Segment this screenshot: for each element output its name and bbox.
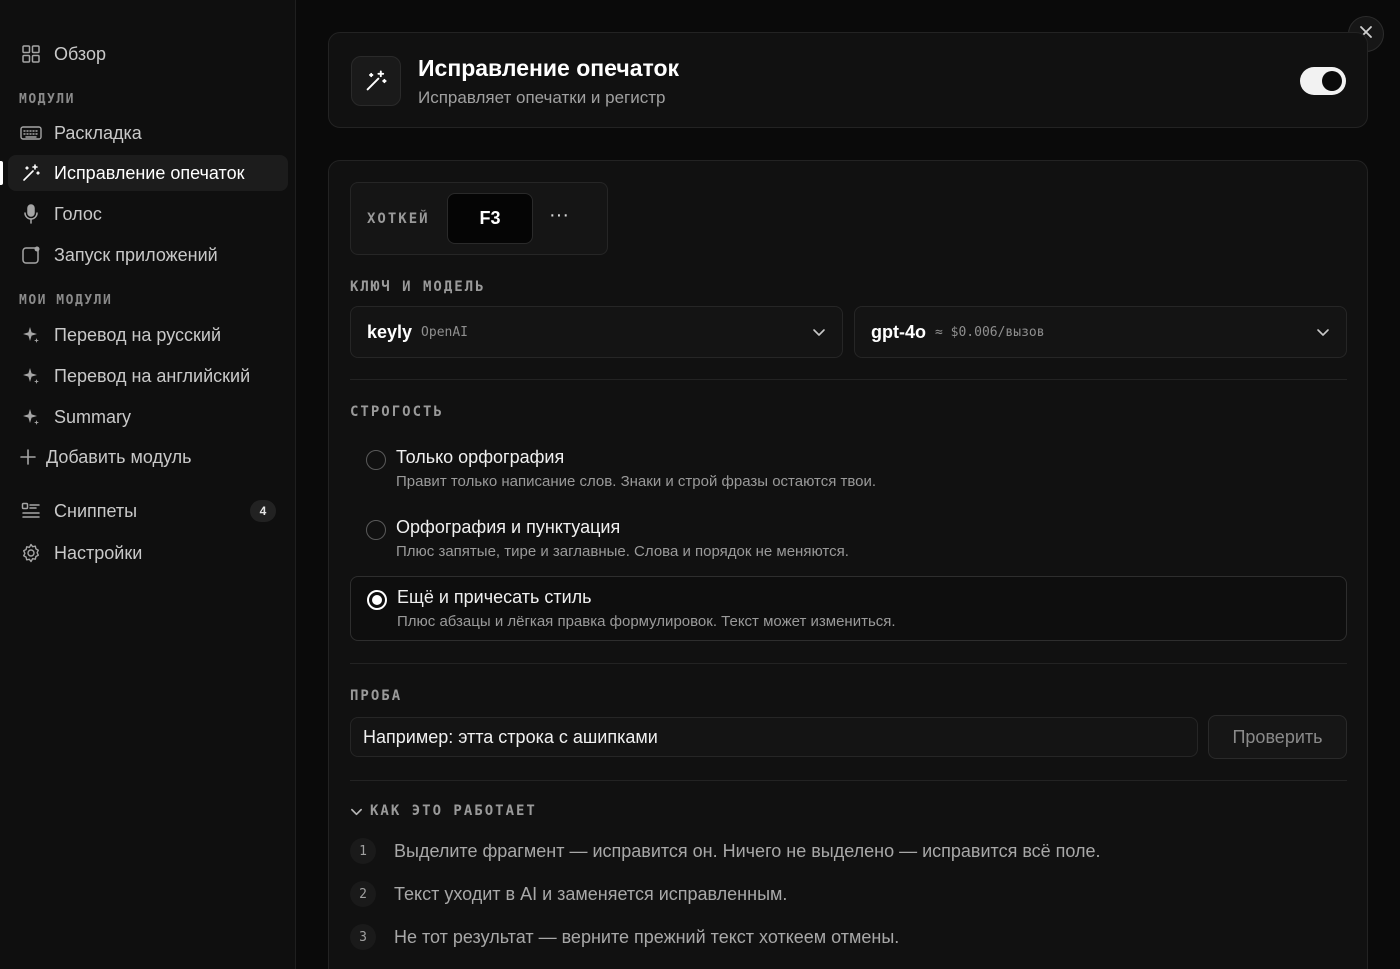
- check-button[interactable]: Проверить: [1208, 715, 1347, 759]
- radio-button[interactable]: [366, 520, 386, 540]
- option-description: Плюс абзацы и лёгкая правка формулировок…: [397, 613, 896, 630]
- model-price: ≈ $0.006/вызов: [934, 324, 1045, 340]
- microphone-icon: [20, 203, 42, 225]
- app-launch-icon: [20, 244, 42, 266]
- chevron-down-icon: [812, 325, 826, 344]
- sidebar-item-label: Перевод на английский: [54, 365, 251, 386]
- sidebar-item-translate-ru[interactable]: Перевод на русский: [8, 317, 288, 353]
- step-text: Текст уходит в AI и заменяется исправлен…: [394, 883, 788, 904]
- sidebar-item-voice[interactable]: Голос: [8, 196, 288, 232]
- magic-wand-icon: [351, 56, 401, 106]
- page-subtitle: Исправляет опечатки и регистр: [418, 88, 666, 107]
- page-title: Исправление опечаток: [418, 55, 680, 81]
- sidebar-item-label: Настройки: [54, 542, 143, 563]
- module-enabled-toggle[interactable]: [1300, 67, 1346, 95]
- chevron-down-icon: [1316, 325, 1330, 344]
- sidebar-item-label: Сниппеты: [54, 500, 138, 521]
- how-it-works-toggle[interactable]: КАК ЭТО РАБОТАЕТ: [350, 803, 537, 819]
- hotkey-label: ХОТКЕЙ: [367, 211, 430, 227]
- test-label: ПРОБА: [350, 688, 403, 704]
- step-number: 3: [350, 924, 376, 950]
- module-settings-card: ХОТКЕЙ F3 ··· КЛЮЧ И МОДЕЛЬ keyly OpenAI…: [328, 160, 1368, 969]
- option-description: Плюс запятые, тире и заглавные. Слова и …: [396, 543, 849, 560]
- option-description: Правит только написание слов. Знаки и ст…: [396, 473, 877, 490]
- sidebar-item-typo-fix[interactable]: Исправление опечаток: [0, 155, 288, 191]
- sidebar-item-summary[interactable]: Summary: [8, 399, 288, 435]
- snippets-icon: [20, 500, 42, 522]
- sidebar-item-label: Запуск приложений: [54, 244, 218, 265]
- sidebar: Обзор МОДУЛИ Раскладка Исправление опеча…: [0, 0, 296, 969]
- sidebar-item-label: Голос: [54, 203, 102, 224]
- how-step: 1 Выделите фрагмент — исправится он. Нич…: [350, 838, 1101, 864]
- app-window: Обзор МОДУЛИ Раскладка Исправление опеча…: [0, 0, 1400, 969]
- snippets-count-badge: 4: [250, 500, 276, 522]
- more-options-icon[interactable]: ···: [547, 205, 571, 229]
- sparkle-icon: [20, 324, 42, 346]
- gear-icon: [20, 542, 42, 564]
- sparkle-icon: [20, 365, 42, 387]
- option-title: Орфография и пунктуация: [396, 517, 621, 537]
- module-header-card: Исправление опечаток Исправляет опечатки…: [328, 32, 1368, 128]
- strictness-option-style[interactable]: Ещё и причесать стиль Плюс абзацы и лёгк…: [350, 576, 1347, 641]
- sparkle-icon: [20, 406, 42, 428]
- sidebar-item-snippets[interactable]: Сниппеты 4: [8, 493, 288, 529]
- sidebar-item-label: Исправление опечаток: [54, 162, 245, 183]
- sidebar-item-label: Раскладка: [54, 122, 142, 143]
- api-key-select[interactable]: keyly OpenAI: [350, 306, 843, 358]
- api-key-name: keyly: [367, 321, 413, 342]
- sidebar-item-label: Summary: [54, 406, 132, 427]
- radio-button-selected[interactable]: [367, 590, 387, 610]
- sidebar-item-translate-en[interactable]: Перевод на английский: [8, 358, 288, 394]
- sidebar-item-app-launch[interactable]: Запуск приложений: [8, 237, 288, 273]
- strictness-label: СТРОГОСТЬ: [350, 404, 444, 420]
- magic-wand-icon: [20, 162, 42, 184]
- hotkey-key-button[interactable]: F3: [447, 193, 533, 244]
- option-title: Ещё и причесать стиль: [397, 587, 592, 607]
- add-module-button[interactable]: Добавить модуль: [8, 439, 288, 475]
- section-modules-heading: МОДУЛИ: [19, 92, 75, 107]
- step-number: 1: [350, 838, 376, 864]
- model-select[interactable]: gpt-4o ≈ $0.006/вызов: [854, 306, 1347, 358]
- strictness-option-punctuation[interactable]: Орфография и пунктуация Плюс запятые, ти…: [350, 507, 1347, 572]
- step-number: 2: [350, 881, 376, 907]
- key-model-label: КЛЮЧ И МОДЕЛЬ: [350, 279, 486, 295]
- divider: [350, 379, 1347, 380]
- keyboard-icon: [20, 122, 42, 144]
- sidebar-item-settings[interactable]: Настройки: [8, 535, 288, 571]
- test-text-input[interactable]: [350, 717, 1198, 757]
- step-text: Не тот результат — верните прежний текст…: [394, 926, 900, 947]
- divider: [350, 780, 1347, 781]
- sidebar-item-label: Обзор: [54, 43, 106, 64]
- radio-button[interactable]: [366, 450, 386, 470]
- divider: [350, 663, 1347, 664]
- step-text: Выделите фрагмент — исправится он. Ничег…: [394, 840, 1101, 861]
- add-module-label: Добавить модуль: [46, 446, 192, 467]
- hotkey-panel: ХОТКЕЙ F3 ···: [350, 182, 608, 255]
- grid-icon: [20, 43, 42, 65]
- plus-icon: [20, 446, 36, 468]
- api-key-provider: OpenAI: [421, 324, 469, 340]
- sidebar-item-label: Перевод на русский: [54, 324, 221, 345]
- chevron-down-icon: [350, 805, 363, 818]
- toggle-knob: [1322, 71, 1342, 91]
- model-name: gpt-4o: [871, 321, 926, 342]
- sidebar-item-layout[interactable]: Раскладка: [8, 115, 288, 151]
- option-title: Только орфография: [396, 447, 565, 467]
- how-it-works-label: КАК ЭТО РАБОТАЕТ: [370, 803, 537, 819]
- how-step: 3 Не тот результат — верните прежний тек…: [350, 924, 899, 950]
- section-my-modules-heading: МОИ МОДУЛИ: [19, 293, 113, 308]
- sidebar-item-overview[interactable]: Обзор: [8, 36, 288, 72]
- how-step: 2 Текст уходит в AI и заменяется исправл…: [350, 881, 787, 907]
- strictness-option-spelling[interactable]: Только орфография Правит только написани…: [350, 437, 1347, 502]
